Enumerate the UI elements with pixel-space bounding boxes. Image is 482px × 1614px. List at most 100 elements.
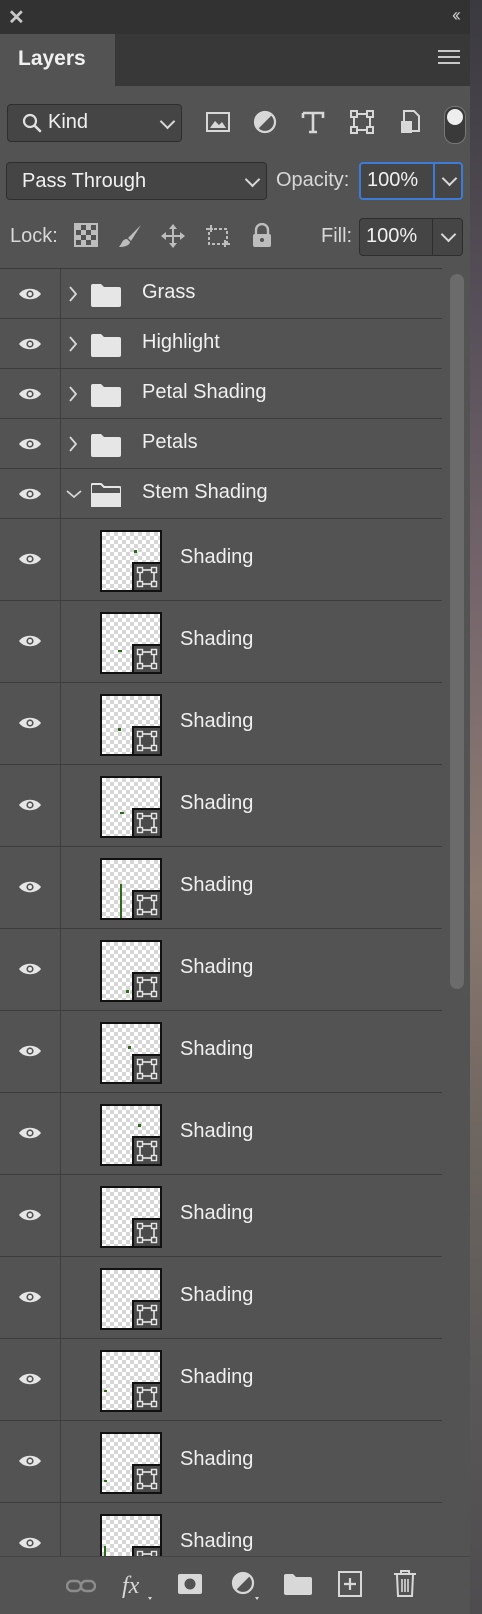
layer-row[interactable]: Shading — [0, 683, 442, 765]
visibility-toggle[interactable] — [0, 1257, 61, 1338]
layer-row[interactable]: Shading — [0, 1257, 442, 1339]
fill-input[interactable]: 100% — [359, 218, 463, 256]
folder-icon — [91, 334, 121, 357]
open-folder-icon — [91, 483, 121, 507]
filter-kind-select[interactable]: Kind — [7, 104, 182, 142]
new-group-icon[interactable] — [284, 1573, 312, 1595]
lock-artboard-icon[interactable] — [205, 223, 231, 249]
blend-mode-select[interactable]: Pass Through — [6, 162, 267, 200]
layer-thumbnail[interactable] — [100, 776, 162, 838]
visibility-toggle[interactable] — [0, 1503, 61, 1557]
shape-badge-icon — [136, 1304, 158, 1326]
layer-group-row[interactable]: Grass — [0, 269, 442, 319]
layer-row[interactable]: Shading — [0, 1011, 442, 1093]
type-filter-icon[interactable] — [300, 109, 326, 135]
thumbnail-content — [118, 650, 122, 652]
layer-thumbnail[interactable] — [100, 940, 162, 1002]
tab-layers[interactable]: Layers — [0, 34, 115, 86]
visibility-toggle[interactable] — [0, 1421, 61, 1502]
lock-image-pixels-icon[interactable] — [117, 223, 143, 249]
visibility-toggle[interactable] — [0, 419, 61, 468]
visibility-toggle[interactable] — [0, 519, 61, 600]
filter-toggle[interactable] — [444, 106, 466, 144]
visibility-toggle[interactable] — [0, 1011, 61, 1092]
lock-transparent-pixels-icon[interactable] — [74, 223, 98, 247]
layer-name: Shading — [180, 710, 254, 732]
layer-row[interactable]: Shading — [0, 1175, 442, 1257]
layer-row[interactable]: Shading — [0, 1093, 442, 1175]
layer-row[interactable]: Shading — [0, 1421, 442, 1503]
layer-row[interactable]: Shading — [0, 601, 442, 683]
chevron-right-icon[interactable] — [68, 286, 78, 302]
visibility-toggle[interactable] — [0, 319, 61, 368]
layer-row[interactable]: Shading — [0, 1339, 442, 1421]
chevron-down-icon[interactable] — [441, 170, 458, 187]
hamburger-menu-icon[interactable] — [438, 50, 460, 68]
opacity-label: Opacity: — [276, 169, 350, 191]
visibility-toggle[interactable] — [0, 1339, 61, 1420]
layer-thumbnail[interactable] — [100, 1350, 162, 1412]
filter-kind-label: Kind — [48, 111, 89, 133]
lock-all-icon[interactable] — [250, 223, 274, 249]
visibility-toggle[interactable] — [0, 847, 61, 928]
layer-row[interactable]: Shading — [0, 1503, 442, 1557]
smart-object-filter-icon[interactable] — [398, 109, 424, 135]
layer-thumbnail[interactable] — [100, 694, 162, 756]
chevron-down-icon[interactable] — [66, 489, 82, 499]
fill-value[interactable]: 100% — [366, 225, 417, 248]
visibility-toggle[interactable] — [0, 269, 61, 318]
eye-icon — [19, 488, 41, 500]
visibility-toggle[interactable] — [0, 929, 61, 1010]
layer-thumbnail[interactable] — [100, 1022, 162, 1084]
layer-thumbnail[interactable] — [100, 530, 162, 592]
shape-badge — [132, 644, 162, 674]
visibility-toggle[interactable] — [0, 765, 61, 846]
layer-row[interactable]: Shading — [0, 519, 442, 601]
adjustment-layer-icon[interactable] — [231, 1571, 263, 1601]
close-icon[interactable]: ✕ — [8, 5, 25, 30]
chevron-down-icon[interactable] — [440, 226, 457, 243]
chevron-right-icon[interactable] — [68, 436, 78, 452]
layer-row[interactable]: Shading — [0, 765, 442, 847]
chevron-right-icon[interactable] — [68, 336, 78, 352]
scrollbar-thumb[interactable] — [450, 274, 464, 989]
thumbnail-content — [126, 990, 129, 993]
layer-group-row[interactable]: Highlight — [0, 319, 442, 369]
visibility-toggle[interactable] — [0, 601, 61, 682]
visibility-toggle[interactable] — [0, 1093, 61, 1174]
thumbnail-content — [118, 728, 121, 731]
thumbnail-content — [104, 1480, 107, 1482]
chevron-right-icon[interactable] — [68, 386, 78, 402]
fx-icon[interactable]: fx — [122, 1571, 156, 1601]
shape-badge-icon — [136, 730, 158, 752]
opacity-input[interactable]: 100% — [359, 162, 463, 200]
shape-filter-icon[interactable] — [349, 109, 375, 135]
layer-row[interactable]: Shading — [0, 847, 442, 929]
layer-thumbnail[interactable] — [100, 612, 162, 674]
svg-text:fx: fx — [122, 1573, 140, 1599]
lock-position-icon[interactable] — [160, 223, 186, 249]
visibility-toggle[interactable] — [0, 1175, 61, 1256]
layer-group-row[interactable]: Petals — [0, 419, 442, 469]
layer-thumbnail[interactable] — [100, 1514, 162, 1557]
layer-thumbnail[interactable] — [100, 1186, 162, 1248]
layer-group-row[interactable]: Stem Shading — [0, 469, 442, 519]
new-layer-icon[interactable] — [338, 1571, 362, 1597]
layer-row[interactable]: Shading — [0, 929, 442, 1011]
fill-label: Fill: — [321, 225, 353, 247]
opacity-value[interactable]: 100% — [367, 169, 418, 192]
double-chevron-left-icon[interactable]: ‹‹ — [452, 5, 461, 26]
visibility-toggle[interactable] — [0, 369, 61, 418]
visibility-toggle[interactable] — [0, 469, 61, 518]
layer-thumbnail[interactable] — [100, 1268, 162, 1330]
link-layers-icon[interactable] — [66, 1579, 96, 1593]
visibility-toggle[interactable] — [0, 683, 61, 764]
image-filter-icon[interactable] — [205, 109, 231, 135]
layer-mask-icon[interactable] — [177, 1573, 203, 1595]
adjustment-filter-icon[interactable] — [252, 109, 278, 135]
layer-thumbnail[interactable] — [100, 858, 162, 920]
delete-icon[interactable] — [393, 1569, 417, 1597]
layer-thumbnail[interactable] — [100, 1104, 162, 1166]
layer-thumbnail[interactable] — [100, 1432, 162, 1494]
layer-group-row[interactable]: Petal Shading — [0, 369, 442, 419]
